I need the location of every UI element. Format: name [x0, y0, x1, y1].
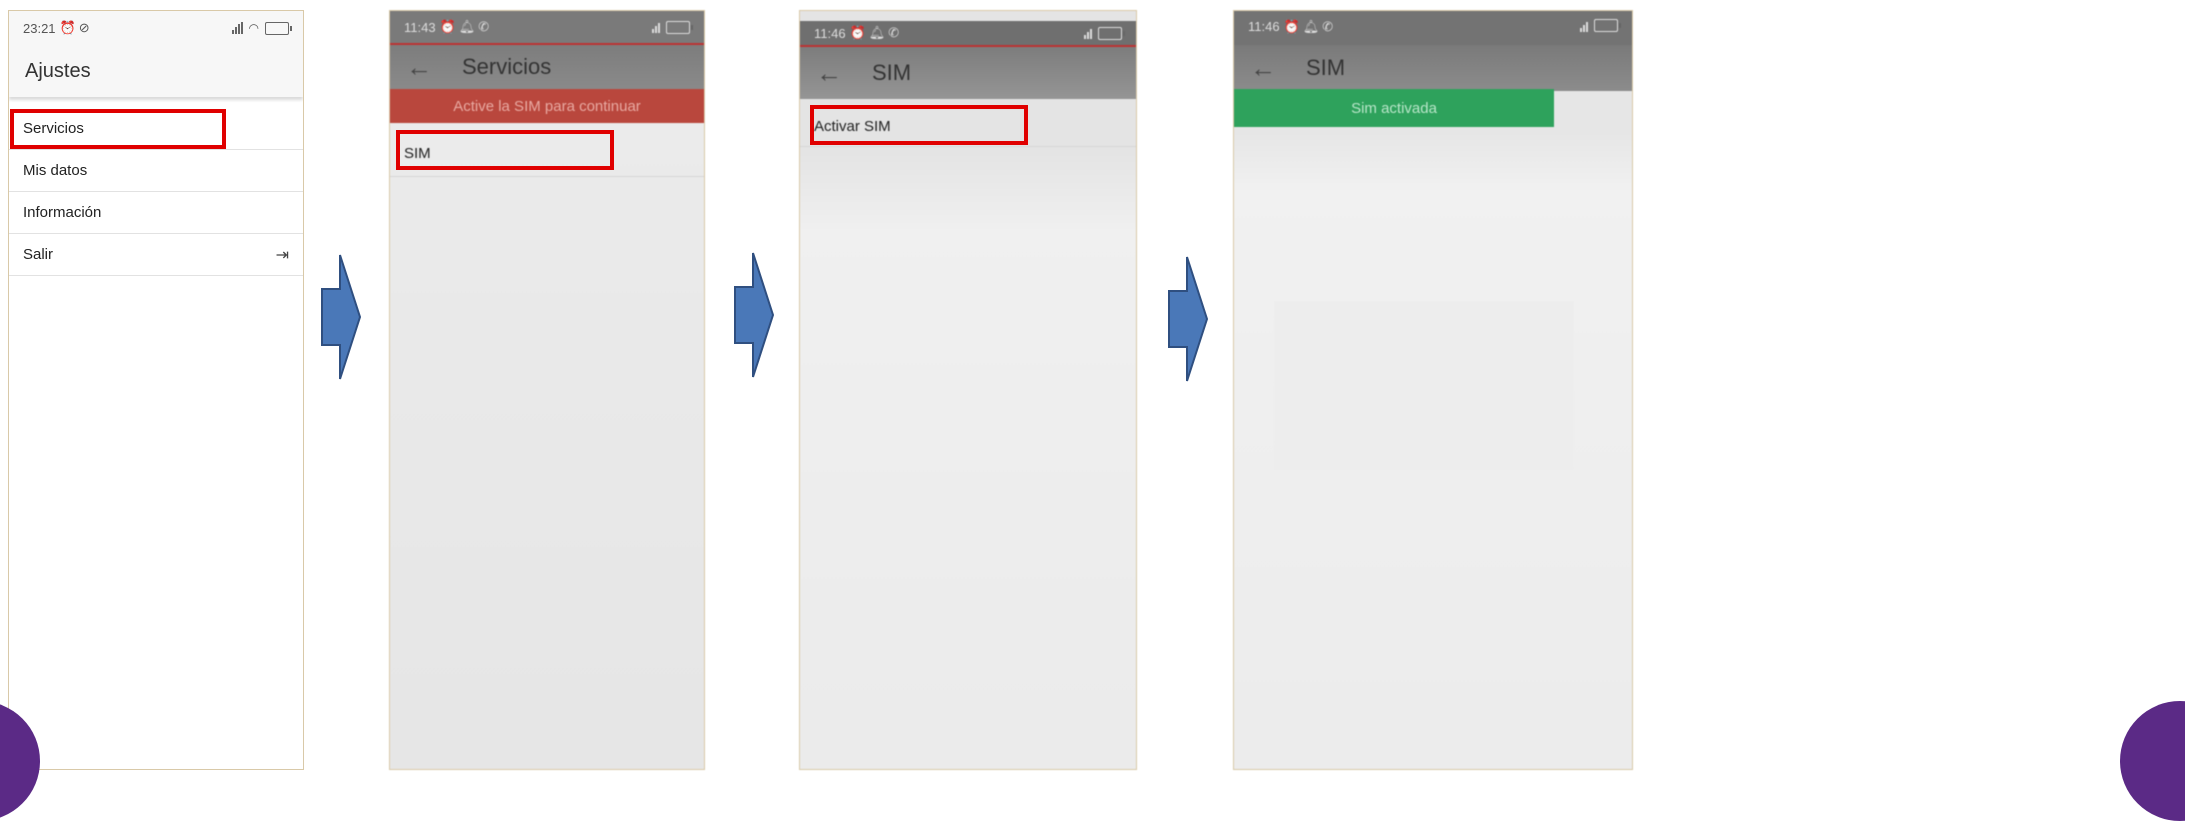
status-bar: 11:46 ⏰ 🔔︎ ✆	[800, 21, 1136, 47]
wifi-icon: ◠	[248, 21, 259, 35]
status-bar: 23:21 ⏰ ⊘ ◠	[9, 11, 303, 45]
status-time: 11:46	[1248, 19, 1280, 34]
phone-icon: ✆	[1322, 19, 1334, 34]
blank-dialog-area	[1274, 301, 1574, 471]
status-time: 11:43	[404, 19, 436, 35]
phone-icon: ✆	[888, 25, 900, 40]
signal-icon	[231, 22, 243, 34]
banner-text: Active la SIM para continuar	[453, 97, 641, 115]
signal-icon	[1580, 20, 1588, 32]
app-bar: ← Servicios	[390, 45, 704, 89]
page-title: Ajustes	[25, 59, 91, 82]
warning-banner: Active la SIM para continuar	[390, 89, 704, 123]
bell-icon: 🔔︎	[868, 25, 886, 40]
page-title: SIM	[872, 60, 912, 85]
menu-item-label: Salir	[23, 246, 54, 263]
alarm-icon: ⏰	[1283, 19, 1300, 34]
screen-servicios: 11:43 ⏰ 🔔︎ ✆ ← Servicios Active la SIM p…	[389, 10, 705, 770]
menu-item-mis-datos[interactable]: Mis datos	[9, 150, 303, 192]
app-bar: ← SIM	[1234, 45, 1632, 91]
banner-text: Sim activada	[1351, 99, 1437, 117]
battery-icon	[265, 21, 292, 35]
back-arrow-icon[interactable]: ←	[1250, 53, 1276, 84]
alarm-icon: ⏰	[59, 20, 76, 35]
menu-item-label: Información	[23, 204, 102, 221]
status-bar: 11:43 ⏰ 🔔︎ ✆	[390, 11, 704, 45]
page-title: Servicios	[462, 54, 552, 79]
battery-icon	[1098, 26, 1125, 40]
status-time: 23:21	[23, 20, 56, 36]
logout-icon: ⇥	[275, 246, 289, 264]
page-title: SIM	[1306, 55, 1346, 80]
app-bar: ← SIM	[800, 47, 1136, 99]
status-time: 11:46	[814, 25, 846, 41]
menu-item-salir[interactable]: Salir ⇥	[9, 234, 303, 276]
screen-sim-activada: 11:46 ⏰ 🔔︎ ✆ ← SIM Sim activada	[1233, 10, 1633, 770]
corner-decoration	[2120, 701, 2185, 821]
menu-item-label: Mis datos	[23, 162, 88, 179]
highlight-sim	[396, 130, 614, 170]
highlight-servicios	[10, 109, 226, 149]
highlight-activar-sim	[810, 105, 1028, 145]
bell-icon: 🔔︎	[1302, 19, 1320, 34]
signal-icon	[652, 21, 660, 33]
back-arrow-icon[interactable]: ←	[816, 58, 842, 89]
dnd-icon: ⊘	[78, 20, 90, 35]
arrow-right-icon	[321, 254, 362, 380]
battery-icon	[666, 20, 693, 34]
alarm-icon: ⏰	[849, 25, 866, 40]
arrow-right-icon	[734, 252, 775, 378]
app-bar: Ajustes	[9, 45, 303, 97]
bell-icon: 🔔︎	[458, 19, 476, 34]
arrow-right-icon	[1168, 256, 1209, 382]
phone-icon: ✆	[478, 19, 490, 34]
menu-item-informacion[interactable]: Información	[9, 192, 303, 234]
alarm-icon: ⏰	[439, 19, 456, 34]
success-banner: Sim activada	[1234, 89, 1554, 127]
battery-icon	[1594, 19, 1621, 32]
signal-icon	[1084, 27, 1092, 39]
back-arrow-icon[interactable]: ←	[406, 52, 432, 83]
